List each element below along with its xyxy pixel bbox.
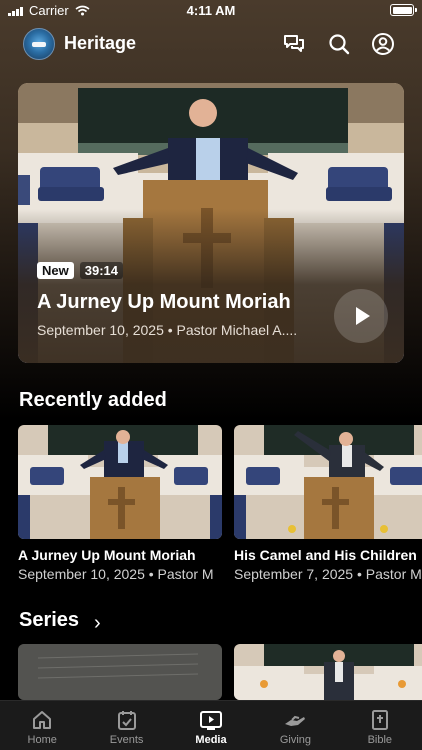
profile-icon[interactable] <box>371 32 395 56</box>
recent-meta: September 7, 2025 • Pastor M <box>234 566 422 582</box>
tab-events[interactable]: Events <box>84 701 168 750</box>
hand-icon <box>285 715 306 726</box>
status-time: 4:11 AM <box>186 3 236 18</box>
featured-title: A Jurney Up Mount Moriah <box>37 291 291 313</box>
recent-thumbnail <box>18 425 222 539</box>
search-icon[interactable] <box>327 32 351 56</box>
recent-card[interactable]: A Jurney Up Mount Moriah September 10, 2… <box>18 425 222 582</box>
battery-icon <box>390 4 417 16</box>
recent-title: A Jurney Up Mount Moriah <box>18 547 196 563</box>
play-button[interactable] <box>334 289 388 343</box>
recent-meta: September 10, 2025 • Pastor M <box>18 566 214 582</box>
tab-label: Bible <box>367 734 393 746</box>
tab-label: Events <box>109 734 144 746</box>
featured-meta: September 10, 2025 • Pastor Michael A...… <box>37 322 298 338</box>
calendar-icon <box>117 711 136 730</box>
app-title: Heritage <box>64 33 137 53</box>
series-heading[interactable]: Series <box>19 609 79 632</box>
tab-home[interactable]: Home <box>0 701 84 750</box>
status-bar: Carrier 4:11 AM <box>0 0 422 22</box>
recent-card[interactable]: His Camel and His Children September 7, … <box>234 425 422 582</box>
church-logo <box>23 28 55 60</box>
recent-title: His Camel and His Children <box>234 547 417 563</box>
tab-giving[interactable]: Giving <box>253 701 337 750</box>
new-badge: New <box>37 262 74 279</box>
tab-bar: Home Events Media Giving Bible <box>0 700 422 750</box>
home-icon <box>33 711 52 729</box>
recently-added-heading: Recently added <box>19 389 167 411</box>
tab-label: Giving <box>279 734 312 746</box>
tab-label: Home <box>27 734 57 746</box>
play-icon <box>200 711 223 730</box>
recent-thumbnail <box>234 425 422 539</box>
duration-badge: 39:14 <box>79 262 123 279</box>
featured-sermon-card[interactable]: New 39:14 A Jurney Up Mount Moriah Septe… <box>18 83 404 363</box>
chat-icon[interactable] <box>282 32 306 56</box>
app-header: Heritage <box>0 24 422 64</box>
chevron-right-icon[interactable]: › <box>94 612 101 635</box>
tab-media[interactable]: Media <box>169 701 253 750</box>
series-card[interactable] <box>18 644 222 700</box>
series-card[interactable] <box>234 644 422 700</box>
bible-icon <box>371 710 388 730</box>
tab-bible[interactable]: Bible <box>338 701 422 750</box>
tab-label: Media <box>195 734 227 746</box>
